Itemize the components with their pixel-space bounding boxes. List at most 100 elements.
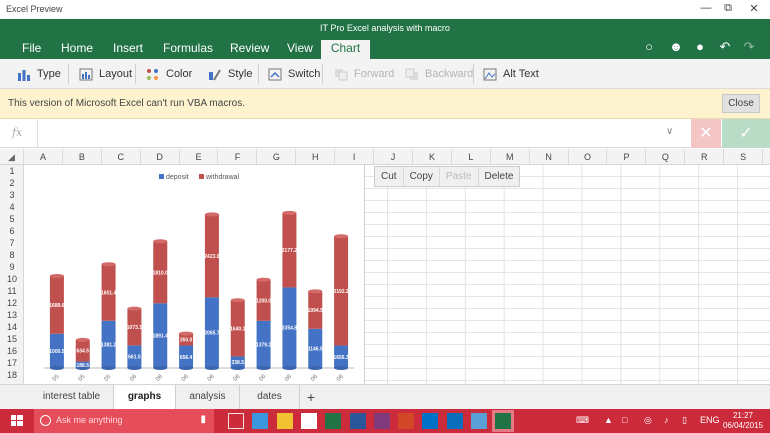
wifi-icon[interactable]: ◎ [644, 415, 652, 426]
column-header[interactable]: E [180, 149, 219, 165]
column-header[interactable]: Q [646, 149, 686, 165]
mail-icon[interactable] [446, 413, 463, 429]
row-header[interactable]: 11 [0, 286, 24, 296]
clock[interactable]: 21:27 06/04/2015 [720, 411, 766, 431]
column-header[interactable]: L [452, 149, 491, 165]
tab-file[interactable]: File [14, 40, 49, 59]
column-header[interactable]: G [257, 149, 297, 165]
row-header[interactable]: 16 [0, 346, 24, 356]
microphone-icon[interactable]: ▮ [200, 414, 206, 425]
paste-button[interactable]: Paste [440, 167, 479, 186]
alt-text-button[interactable]: Alt Text [483, 66, 539, 82]
volume-icon[interactable]: ♪ [664, 415, 669, 425]
tab-chart[interactable]: Chart [321, 40, 370, 59]
row-header[interactable]: 4 [0, 202, 24, 212]
column-header[interactable]: I [335, 149, 375, 165]
search-box[interactable]: Ask me anything ▮ [34, 409, 214, 433]
column-header[interactable]: S [724, 149, 764, 165]
row-header[interactable]: 10 [0, 274, 24, 284]
delete-button[interactable]: Delete [479, 167, 520, 186]
row-header[interactable]: 13 [0, 310, 24, 320]
cut-button[interactable]: Cut [375, 167, 404, 186]
sheet-tab-graphs[interactable]: graphs [114, 385, 176, 409]
type-button[interactable]: Type [17, 66, 61, 82]
onenote-icon[interactable] [373, 413, 390, 429]
outlook-icon[interactable] [422, 413, 439, 429]
column-header[interactable]: J [374, 149, 413, 165]
style-button[interactable]: Style [208, 66, 252, 82]
edge-icon[interactable] [252, 413, 269, 429]
row-header[interactable]: 12 [0, 298, 24, 308]
column-header[interactable]: N [530, 149, 569, 165]
tab-insert[interactable]: Insert [105, 40, 151, 59]
column-header[interactable]: F [219, 149, 258, 165]
row-header[interactable]: 2 [0, 178, 24, 188]
column-header[interactable]: H [296, 149, 336, 165]
column-header[interactable]: M [491, 149, 530, 165]
windows-start-icon[interactable] [0, 409, 34, 433]
confirm-entry-button[interactable]: ✓ [722, 119, 770, 148]
column-header[interactable]: A [24, 149, 63, 165]
close-message-button[interactable]: Close [722, 94, 760, 113]
photos-icon[interactable] [471, 413, 487, 429]
share-person-icon[interactable]: ● [692, 39, 708, 54]
action-center-icon[interactable]: □ [622, 415, 627, 425]
add-sheet-button[interactable]: + [300, 385, 322, 409]
task-view-icon[interactable] [228, 413, 244, 429]
excel-active-icon[interactable] [495, 413, 512, 429]
store-icon[interactable] [300, 413, 317, 429]
column-header[interactable]: P [608, 149, 647, 165]
smiley-icon[interactable]: ☻ [668, 39, 684, 54]
chart-object[interactable]: deposit withdrawal 1000.5 1689.6 05 188.5 634.… [24, 165, 365, 384]
sheet-tab-interest-table[interactable]: interest table [30, 385, 114, 409]
chevron-down-icon[interactable]: ∨ [666, 126, 673, 137]
row-header[interactable]: 17 [0, 358, 24, 368]
row-header[interactable]: 8 [0, 250, 24, 260]
row-header[interactable]: 1 [0, 166, 24, 176]
keyboard-icon[interactable]: ⌨ [576, 415, 589, 426]
backward-button[interactable]: Backward [405, 66, 473, 82]
tab-formulas[interactable]: Formulas [155, 40, 221, 59]
column-header[interactable]: B [63, 149, 102, 165]
row-header[interactable]: 6 [0, 226, 24, 236]
sheet-tab-dates[interactable]: dates [240, 385, 300, 409]
tab-review[interactable]: Review [222, 40, 277, 59]
column-header[interactable]: R [685, 149, 725, 165]
column-header[interactable]: D [141, 149, 180, 165]
excel-icon[interactable] [325, 413, 342, 429]
row-header[interactable]: 18 [0, 370, 24, 380]
row-header[interactable]: 5 [0, 214, 24, 224]
row-header[interactable]: 3 [0, 190, 24, 200]
switch-button[interactable]: Switch [268, 66, 320, 82]
column-header[interactable]: C [102, 149, 141, 165]
chevron-up-icon[interactable]: ▲ [604, 415, 613, 425]
color-button[interactable]: Color [146, 66, 192, 82]
cancel-entry-button[interactable]: ✕ [691, 119, 721, 148]
select-all-corner[interactable]: ◢ [0, 149, 24, 165]
tab-home[interactable]: Home [53, 40, 101, 59]
minimize-button[interactable]: — [696, 2, 716, 14]
powerpoint-icon[interactable] [398, 413, 415, 429]
explorer-icon[interactable] [276, 413, 293, 429]
close-window-button[interactable]: ✕ [744, 2, 764, 15]
row-header[interactable]: 9 [0, 262, 24, 272]
sheet-tab-analysis[interactable]: analysis [176, 385, 240, 409]
layout-button[interactable]: Layout [79, 66, 132, 82]
row-header[interactable]: 15 [0, 334, 24, 344]
column-header[interactable]: K [413, 149, 452, 165]
tab-view[interactable]: View [279, 40, 321, 59]
lightbulb-icon[interactable]: ○ [641, 39, 657, 54]
column-header[interactable]: O [569, 149, 608, 165]
copy-button[interactable]: Copy [404, 167, 440, 186]
battery-icon[interactable]: ▯ [682, 415, 687, 426]
x-tick-label: 06 [181, 373, 190, 382]
fx-icon[interactable]: fx [12, 126, 22, 139]
row-header[interactable]: 7 [0, 238, 24, 248]
language-indicator[interactable]: ENG [700, 415, 720, 425]
restore-button[interactable]: ⧉ [718, 2, 738, 15]
undo-icon[interactable]: ↶ [717, 39, 733, 55]
row-header[interactable]: 14 [0, 322, 24, 332]
forward-button[interactable]: Forward [334, 66, 394, 82]
redo-icon[interactable]: ↷ [741, 39, 757, 55]
word-icon[interactable] [349, 413, 366, 429]
